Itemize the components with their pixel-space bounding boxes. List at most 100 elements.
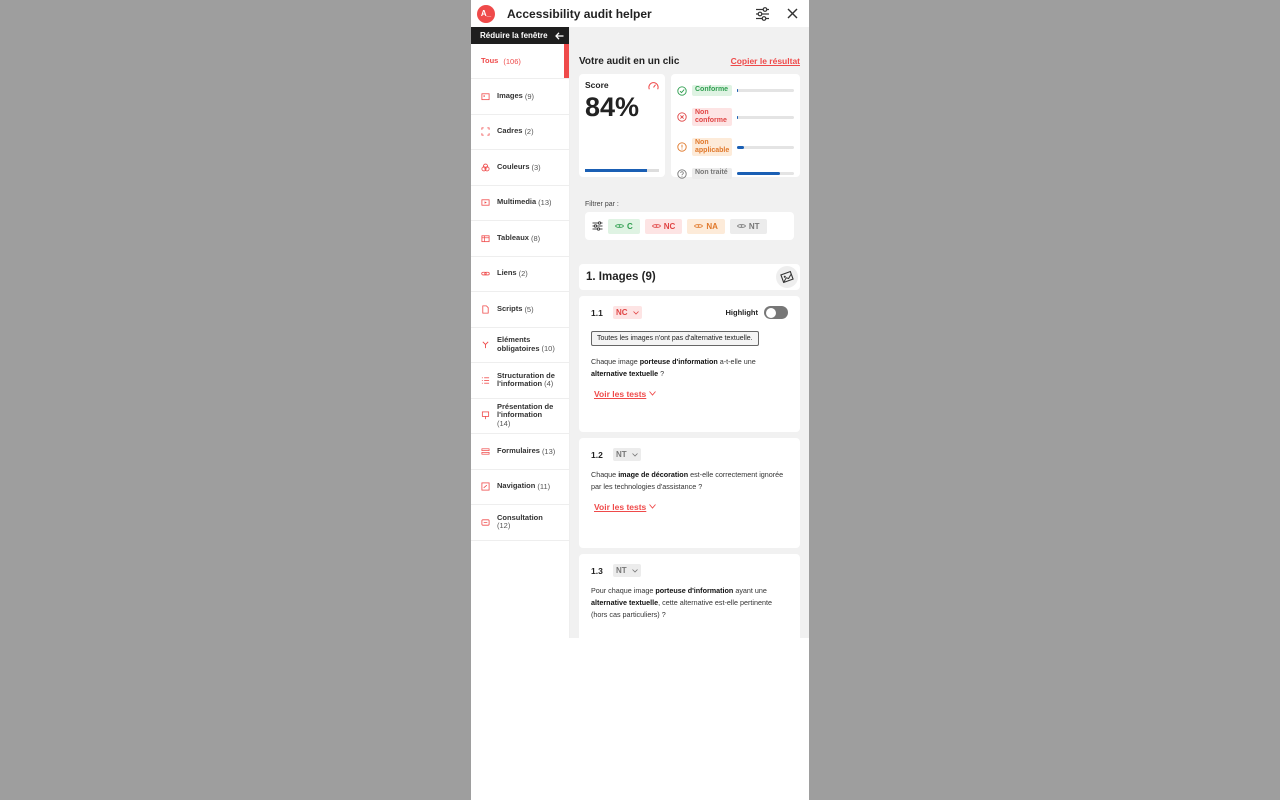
eye-icon — [736, 224, 746, 228]
sidebar-item-count: (9) — [524, 91, 535, 101]
status-badge: Non conforme — [692, 107, 732, 127]
status-bar — [737, 115, 794, 119]
frame-icon — [481, 127, 490, 136]
presentation-icon — [481, 411, 490, 420]
status-badge: Conforme — [692, 85, 732, 96]
criterion-text-bold: alternative textuelle — [591, 597, 659, 607]
see-tests-link[interactable]: Voir les tests — [594, 502, 657, 512]
top-bar: A_ Accessibility audit helper — [471, 0, 809, 27]
close-icon[interactable] — [783, 5, 801, 23]
sidebar-item-label: Scripts — [497, 303, 523, 313]
sidebar-item-label: Consultation (12) — [497, 513, 543, 531]
question-circle-icon — [677, 168, 687, 179]
filter-sliders-icon — [592, 221, 603, 231]
sidebar-item-count: (106) — [503, 56, 521, 66]
see-tests-link[interactable]: Voir les tests — [594, 389, 657, 399]
sidebar-item-count: (4) — [544, 379, 554, 389]
criterion-text-bold: alternative textuelle — [591, 368, 659, 378]
section-header: 1. Images (9) — [579, 264, 800, 290]
status-badge: Non traité — [692, 168, 732, 179]
section-image-icon — [776, 266, 798, 288]
sidebar-item-label: Formulaires — [497, 445, 540, 455]
criterion-number: 1.3 — [591, 565, 603, 576]
criterion-status-select[interactable]: NC — [613, 306, 642, 319]
highlight-toggle[interactable] — [764, 306, 788, 319]
sidebar-item-consultation[interactable]: Consultation (12) — [471, 505, 569, 541]
filter-button-label: NC — [663, 221, 676, 231]
criterion-text-bold: porteuse d'information — [655, 586, 734, 595]
link-icon — [481, 272, 490, 276]
eye-icon — [615, 224, 624, 228]
filter-button-na[interactable]: NA — [687, 218, 725, 234]
settings-sliders-icon[interactable] — [753, 5, 771, 23]
sidebar-item-frames[interactable]: Cadres (2) — [471, 115, 569, 150]
sidebar-item-count: (14) — [497, 419, 511, 429]
sidebar-item-scripts[interactable]: Scripts (5) — [471, 292, 569, 328]
criterion-number: 1.1 — [591, 307, 603, 318]
criterion-text-part: a-t-elle une — [717, 357, 756, 366]
consultation-icon — [481, 519, 490, 526]
criterion-note: Toutes les images n'ont pas d'alternativ… — [591, 331, 759, 346]
filter-button-nt[interactable]: NT — [729, 218, 767, 234]
status-row-conforme: Conforme — [677, 79, 794, 102]
filter-button-c[interactable]: C — [608, 218, 640, 234]
alert-circle-icon — [677, 142, 687, 152]
sidebar-item-count: (2) — [524, 127, 534, 137]
status-row-non-applicable: Non applicable — [677, 132, 794, 162]
criterion-card: 1.1 NC Highlight Toutes les images n'ont… — [579, 296, 800, 432]
sidebar-item-label: Liens — [497, 268, 517, 278]
sidebar-item-presentation[interactable]: Présentation de l'information (14) — [471, 399, 569, 434]
sidebar-item-multimedia[interactable]: Multimedia (13) — [471, 186, 569, 221]
sidebar-item-label: Tous — [481, 55, 499, 65]
sidebar-item-mandatory[interactable]: Eléments obligatoires (10) — [471, 328, 569, 363]
criterion-status-select[interactable]: NT — [613, 448, 641, 461]
copy-result-link[interactable]: Copier le résultat — [731, 56, 800, 66]
criterion-status-value: NT — [616, 566, 627, 575]
sidebar-item-tables[interactable]: Tableaux (8) — [471, 221, 569, 257]
filter-button-label: NT — [748, 221, 760, 231]
sidebar-item-colors[interactable]: Couleurs (3) — [471, 150, 569, 186]
sidebar-item-label: Cadres — [497, 126, 523, 136]
app-title: Accessibility audit helper — [507, 6, 652, 21]
collapse-label: Réduire la fenêtre — [480, 31, 548, 40]
status-bar — [737, 145, 794, 149]
video-icon — [481, 199, 490, 206]
x-circle-icon — [677, 112, 687, 122]
sidebar-item-images[interactable]: Images (9) — [471, 79, 569, 115]
criterion-description: Chaque image de décoration est-elle corr… — [591, 469, 788, 493]
chevron-down-icon — [631, 568, 638, 573]
sidebar-item-all[interactable]: Tous (106) — [471, 44, 569, 79]
score-progress-bar — [585, 169, 659, 172]
status-bar-fill — [737, 172, 780, 175]
criterion-text-part: ayant une — [733, 586, 767, 595]
criterion-description: Pour chaque image porteuse d'information… — [591, 585, 788, 621]
navigation-icon — [481, 482, 490, 491]
sidebar-item-count: (10) — [541, 343, 555, 353]
sidebar-item-forms[interactable]: Formulaires (13) — [471, 434, 569, 470]
criterion-text-bold: image de décoration — [618, 470, 689, 479]
sidebar-item-navigation[interactable]: Navigation (11) — [471, 470, 569, 505]
page-title: Votre audit en un clic — [579, 55, 680, 67]
gauge-icon — [648, 82, 659, 90]
sidebar-item-label-text: Présentation de l'information — [497, 401, 554, 420]
sidebar-item-structure[interactable]: Structuration de l'information (4) — [471, 363, 569, 399]
sidebar-item-label: Présentation de l'information (14) — [497, 401, 569, 429]
criterion-number: 1.2 — [591, 449, 603, 460]
collapse-button[interactable]: Réduire la fenêtre — [471, 27, 569, 44]
score-card: Score 84% — [579, 74, 665, 177]
eye-icon — [651, 224, 661, 228]
sidebar-item-count: (2) — [518, 269, 528, 279]
filter-button-label: C — [627, 221, 633, 231]
criterion-text-part: Chaque — [591, 470, 619, 479]
sidebar-item-count: (3) — [531, 162, 541, 172]
sidebar-item-count: (5) — [524, 304, 534, 314]
filter-button-nc[interactable]: NC — [644, 218, 683, 234]
sidebar-item-count: (8) — [530, 233, 541, 243]
sidebar-item-count: (11) — [537, 482, 551, 492]
criterion-text-part: ? — [658, 368, 665, 378]
image-icon — [481, 93, 490, 100]
sidebar-item-label: Couleurs — [497, 161, 530, 171]
criterion-status-select[interactable]: NT — [613, 564, 641, 577]
criterion-status-value: NT — [616, 450, 627, 459]
sidebar-item-links[interactable]: Liens (2) — [471, 257, 569, 292]
